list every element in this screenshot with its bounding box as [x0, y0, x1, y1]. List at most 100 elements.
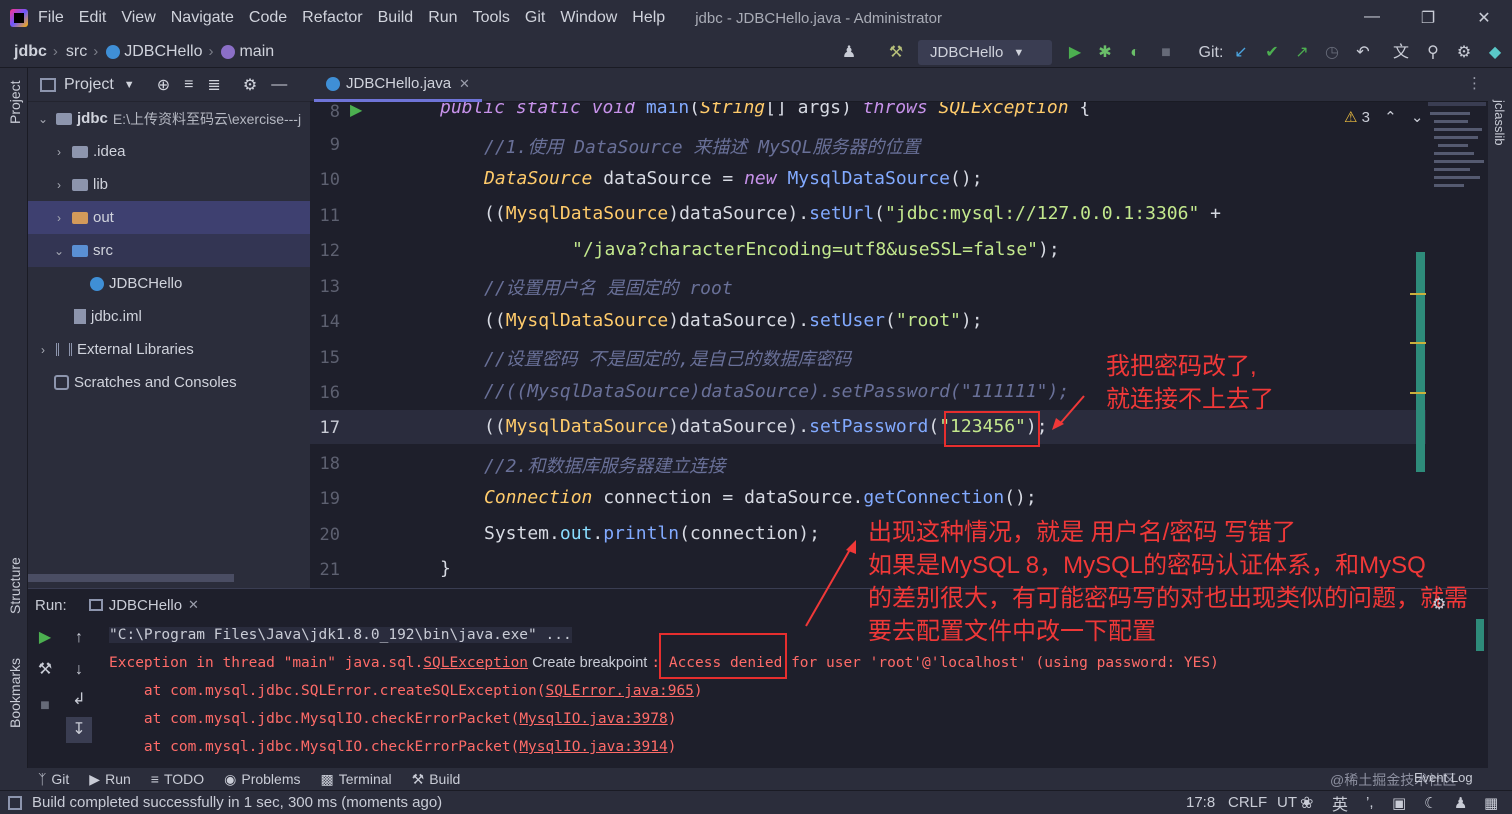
- plugin-icon[interactable]: ◆: [1484, 42, 1506, 64]
- menu-run[interactable]: Run: [428, 9, 457, 27]
- inspection-widget[interactable]: ⚠ 3 ⌃ ⌄: [1344, 108, 1423, 126]
- file-encoding[interactable]: UT: [1277, 794, 1297, 811]
- rerun-icon[interactable]: ▶: [36, 629, 54, 647]
- tree-item-jdbc-iml[interactable]: jdbc.iml: [28, 300, 310, 333]
- structure-tool-tab[interactable]: Structure: [7, 557, 23, 614]
- jclasslib-tool-tab[interactable]: jclasslib: [1492, 100, 1507, 146]
- scroll-to-end-icon[interactable]: ↧: [66, 717, 92, 743]
- breadcrumb-project[interactable]: jdbc: [14, 43, 47, 61]
- breadcrumb-method[interactable]: main: [221, 43, 274, 61]
- code-minimap[interactable]: [1428, 102, 1486, 202]
- breadcrumb-src[interactable]: src: [66, 43, 87, 61]
- problems-tool-tab[interactable]: ◉ Problems: [224, 771, 300, 788]
- tree-item-idea[interactable]: › .idea: [28, 135, 310, 168]
- menu-file[interactable]: File: [38, 9, 64, 27]
- menu-tools[interactable]: Tools: [473, 9, 510, 27]
- build-tool-tab[interactable]: ⚒ Build: [412, 771, 461, 788]
- stack-link[interactable]: SQLError.java:965: [546, 683, 694, 699]
- soft-wrap-icon[interactable]: ↲: [70, 691, 88, 709]
- menu-build[interactable]: Build: [378, 9, 414, 27]
- chevron-up-icon[interactable]: ⌃: [1384, 109, 1397, 126]
- caret-position[interactable]: 17:8: [1186, 794, 1215, 811]
- run-panel-settings-icon[interactable]: ⚙: [1432, 594, 1446, 614]
- project-tool-tab[interactable]: Project: [7, 80, 23, 124]
- menu-git[interactable]: Git: [525, 9, 545, 27]
- menu-help[interactable]: Help: [632, 9, 665, 27]
- git-push-icon[interactable]: ↗: [1291, 42, 1313, 64]
- ime-grid-icon[interactable]: ▦: [1484, 794, 1498, 812]
- git-update-icon[interactable]: ↙: [1230, 42, 1252, 64]
- bookmarks-tool-tab[interactable]: Bookmarks: [7, 658, 23, 728]
- tree-item-external-libraries[interactable]: › External Libraries: [28, 333, 310, 366]
- ime-language[interactable]: 英: [1332, 791, 1348, 814]
- run-icon[interactable]: ▶: [1064, 42, 1086, 64]
- expand-all-icon[interactable]: ≡: [184, 76, 193, 94]
- scroll-up-icon[interactable]: ↑: [70, 629, 88, 647]
- search-icon[interactable]: ⚲: [1422, 42, 1444, 64]
- breadcrumb-class[interactable]: JDBCHello: [106, 43, 202, 61]
- menu-refactor[interactable]: Refactor: [302, 9, 362, 27]
- menu-view[interactable]: View: [121, 9, 155, 27]
- tree-item-root[interactable]: ⌄ jdbc E:\上传资料至码云\exercise---j: [28, 102, 310, 135]
- minimize-icon[interactable]: —: [1362, 8, 1382, 26]
- git-commit-icon[interactable]: ✔: [1261, 42, 1283, 64]
- git-tool-tab[interactable]: ᛉ Git: [38, 771, 69, 787]
- stop-icon[interactable]: ■: [1155, 42, 1177, 64]
- scroll-down-icon[interactable]: ↓: [70, 661, 88, 679]
- locate-icon[interactable]: ⊕: [157, 75, 170, 95]
- hide-panel-icon[interactable]: —: [271, 76, 287, 94]
- settings-wrench-icon[interactable]: ⚒: [36, 661, 54, 679]
- status-bar: Build completed successfully in 1 sec, 3…: [0, 790, 1512, 814]
- rollback-icon[interactable]: ↶: [1352, 42, 1374, 64]
- ime-punct-icon[interactable]: ’,: [1366, 794, 1374, 811]
- status-toggle-icon[interactable]: [8, 795, 22, 810]
- warning-icon: ⚠: [1344, 109, 1358, 126]
- stack-link[interactable]: MysqlIO.java:3978: [519, 711, 667, 727]
- chevron-down-icon[interactable]: ⌄: [1411, 109, 1424, 126]
- editor-tab-jdbchello[interactable]: JDBCHello.java ✕: [314, 68, 482, 102]
- close-window-icon[interactable]: ✕: [1474, 8, 1494, 28]
- terminal-tool-tab[interactable]: ▩ Terminal: [321, 771, 392, 788]
- close-tab-icon[interactable]: ✕: [188, 597, 199, 613]
- debug-icon[interactable]: ✱: [1094, 42, 1116, 64]
- history-icon[interactable]: ◷: [1321, 42, 1343, 64]
- tree-item-scratches[interactable]: Scratches and Consoles: [28, 366, 310, 399]
- chevron-down-icon[interactable]: ▼: [124, 79, 135, 91]
- code-editor[interactable]: 8 9 10 11 12 13 14 15 16 17 18 19 20 21 …: [310, 102, 1426, 588]
- exception-link[interactable]: SQLException: [423, 655, 528, 671]
- build-hammer-icon[interactable]: ⚒: [885, 42, 907, 64]
- menu-code[interactable]: Code: [249, 9, 287, 27]
- ime-keyboard-icon[interactable]: ▣: [1392, 794, 1406, 812]
- ime-user-icon[interactable]: ♟: [1454, 794, 1467, 812]
- menu-window[interactable]: Window: [560, 9, 617, 27]
- settings-gear-icon[interactable]: ⚙: [1453, 42, 1475, 64]
- run-tool-tab[interactable]: ▶ Run: [89, 771, 130, 788]
- close-tab-icon[interactable]: ✕: [459, 76, 470, 92]
- ime-moon-icon[interactable]: ☾: [1424, 794, 1437, 812]
- horizontal-scrollbar[interactable]: [28, 574, 234, 582]
- tree-item-out[interactable]: › out: [28, 201, 310, 234]
- user-icon[interactable]: ♟: [838, 42, 860, 64]
- event-log-button[interactable]: Event Log: [1414, 770, 1473, 785]
- menu-navigate[interactable]: Navigate: [171, 9, 234, 27]
- restore-icon[interactable]: ❐: [1418, 8, 1438, 28]
- todo-tool-tab[interactable]: ≡ TODO: [151, 771, 204, 787]
- run-gutter-icon[interactable]: ▶: [350, 102, 362, 120]
- run-tab-label[interactable]: JDBCHello: [109, 597, 182, 614]
- stop-icon[interactable]: ■: [36, 697, 54, 715]
- stack-link[interactable]: MysqlIO.java:3914: [519, 739, 667, 755]
- collapse-all-icon[interactable]: ≣: [207, 75, 220, 95]
- more-options-icon[interactable]: ⋮: [1467, 74, 1482, 92]
- tree-item-src[interactable]: ⌄ src: [28, 234, 310, 267]
- tree-item-lib[interactable]: › lib: [28, 168, 310, 201]
- coverage-icon[interactable]: ◐: [1124, 42, 1146, 64]
- ime-paw-icon[interactable]: ❀: [1300, 793, 1313, 813]
- run-configuration-select[interactable]: JDBCHello ▼: [918, 40, 1052, 65]
- create-breakpoint-link[interactable]: Create breakpoint: [528, 655, 651, 671]
- panel-settings-icon[interactable]: ⚙: [243, 75, 257, 95]
- project-panel-title[interactable]: Project: [64, 76, 114, 94]
- menu-edit[interactable]: Edit: [79, 9, 107, 27]
- line-separator[interactable]: CRLF: [1228, 794, 1267, 811]
- tree-item-jdbchello[interactable]: JDBCHello: [28, 267, 310, 300]
- translate-icon[interactable]: 文: [1390, 42, 1412, 64]
